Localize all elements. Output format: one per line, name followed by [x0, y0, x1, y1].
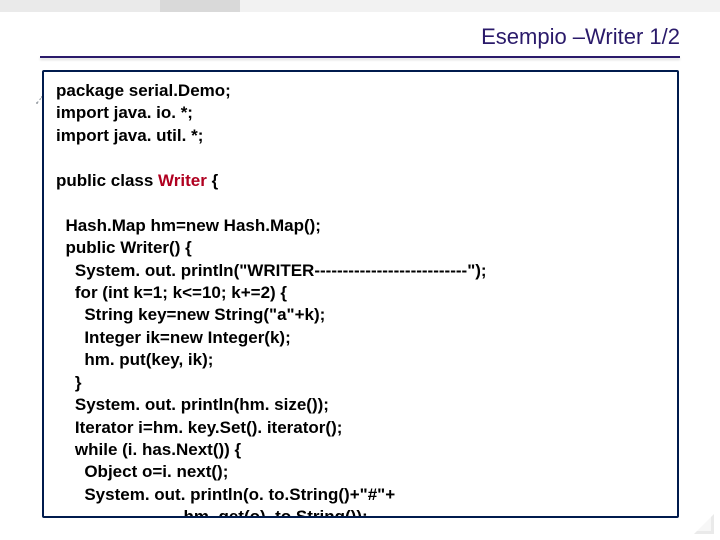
- accent-seg-2: [160, 0, 240, 12]
- accent-seg-1: [0, 0, 160, 12]
- code-line: Integer ik=new Integer(k);: [56, 328, 291, 347]
- code-line: hm. get(o). to.String());: [56, 507, 368, 518]
- code-line: System. out. println(hm. size());: [56, 395, 329, 414]
- code-line: Hash.Map hm=new Hash.Map();: [56, 216, 321, 235]
- code-line: System. out. println(o. to.String()+"#"+: [56, 485, 395, 504]
- top-accent-bar: [0, 0, 720, 12]
- slide: Esempio –Writer 1/2 package serial.Demo;…: [0, 0, 720, 540]
- accent-seg-3: [240, 0, 720, 12]
- code-block: package serial.Demo; import java. io. *;…: [56, 80, 667, 518]
- code-line: package serial.Demo;: [56, 81, 231, 100]
- code-line: public Writer() {: [56, 238, 192, 257]
- code-line: Iterator i=hm. key.Set(). iterator();: [56, 418, 342, 437]
- code-line: hm. put(key, ik);: [56, 350, 213, 369]
- code-line: import java. io. *;: [56, 103, 193, 122]
- class-name: Writer: [158, 171, 207, 190]
- code-line: for (int k=1; k<=10; k+=2) {: [56, 283, 287, 302]
- title-underline: [40, 56, 680, 58]
- code-line: String key=new String("a"+k);: [56, 305, 325, 324]
- page-curl-icon: [692, 512, 714, 534]
- code-line: }: [56, 373, 82, 392]
- code-line: public class: [56, 171, 158, 190]
- code-line: import java. util. *;: [56, 126, 203, 145]
- code-line: {: [207, 171, 218, 190]
- slide-title: Esempio –Writer 1/2: [0, 12, 720, 56]
- code-box: package serial.Demo; import java. io. *;…: [42, 70, 679, 518]
- code-line: Object o=i. next();: [56, 462, 228, 481]
- code-line: while (i. has.Next()) {: [56, 440, 241, 459]
- code-line: System. out. println("WRITER------------…: [56, 261, 487, 280]
